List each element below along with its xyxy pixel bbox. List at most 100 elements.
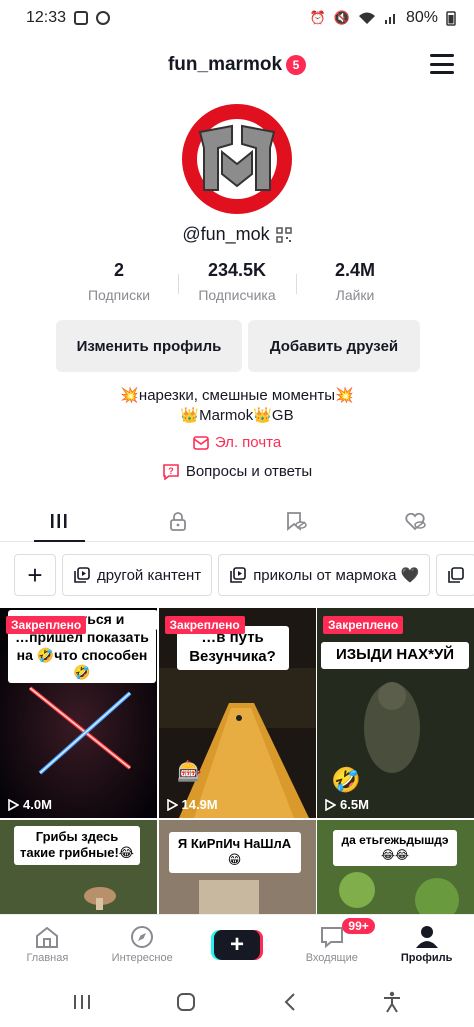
grid-icon <box>51 513 67 528</box>
video-caption: Грибы здесь такие грибные!😂 <box>14 826 140 865</box>
nav-label: Главная <box>26 952 69 964</box>
add-playlist-button[interactable]: + <box>14 554 56 596</box>
nav-profile[interactable]: Профиль <box>379 915 474 974</box>
bookmark-hidden-icon <box>287 511 307 531</box>
qa-link[interactable]: ? Вопросы и ответы <box>0 463 474 480</box>
stat-value: 2 <box>113 260 124 280</box>
battery-percent: 80% <box>405 9 438 26</box>
video-grid: …оваться и …пришёл показать на 🤣что спос… <box>0 608 474 916</box>
stat-value: 234.5K <box>207 260 267 280</box>
play-icon <box>166 798 178 811</box>
status-time: 12:33 <box>26 9 67 26</box>
video-caption: …пришёл показать на 🤣что способен🤣 <box>8 628 156 683</box>
status-bar: 12:33 ⏰ 🔇 80% <box>0 0 474 36</box>
mute-icon: 🔇 <box>333 10 350 25</box>
pinned-badge: Закреплено <box>164 616 245 634</box>
video-thumbnail[interactable]: Грибы здесь такие грибные!😂 <box>0 820 157 916</box>
home-button-icon[interactable] <box>175 991 197 1013</box>
playlists-row: + другой кантент приколы от мармока 🖤 <box>14 554 474 596</box>
svg-text:🤣: 🤣 <box>330 766 361 795</box>
accessibility-icon[interactable] <box>382 991 402 1013</box>
tab-favorites[interactable] <box>237 500 356 541</box>
home-icon <box>36 926 59 948</box>
video-thumbnail[interactable]: …оваться и …пришёл показать на 🤣что спос… <box>0 608 157 818</box>
question-bubble-icon: ? <box>163 463 179 480</box>
avatar[interactable] <box>182 104 292 214</box>
alarm-icon: ⏰ <box>309 10 326 25</box>
menu-button[interactable] <box>430 54 454 74</box>
heart-hidden-icon <box>405 512 426 530</box>
pinned-badge: Закреплено <box>323 616 404 634</box>
notification-icon <box>96 11 111 25</box>
mail-icon <box>193 435 209 450</box>
profile-actions: Изменить профиль Добавить друзей <box>56 320 420 372</box>
profile-username[interactable]: fun_marmok <box>168 54 282 76</box>
view-count: 6.5M <box>324 797 369 812</box>
stat-label: Подписки <box>87 287 151 303</box>
edit-profile-button[interactable]: Изменить профиль <box>56 320 242 372</box>
notification-badge: 5 <box>286 55 307 75</box>
profile-handle: @fun_mok <box>182 224 270 244</box>
tab-videos[interactable] <box>0 500 119 542</box>
play-icon <box>325 798 336 811</box>
nav-create[interactable]: + <box>190 915 285 974</box>
qr-code-icon[interactable] <box>275 226 292 243</box>
playlist-chip[interactable]: другой кантент <box>62 554 213 596</box>
nav-label: Входящие <box>305 952 358 964</box>
video-thumbnail[interactable]: 🎰 …в путь Везунчика? Закреплено 14.9M <box>158 608 316 818</box>
stat-value: 2.4M <box>334 260 376 280</box>
profile-tabs <box>0 500 474 542</box>
playlist-icon <box>230 567 246 583</box>
playlist-label: другой кантент <box>97 566 202 584</box>
add-friends-button[interactable]: Добавить друзей <box>248 320 420 372</box>
stat-label: Подписчика <box>198 287 276 303</box>
recent-apps-icon[interactable] <box>72 993 92 1011</box>
playlist-icon <box>448 567 465 583</box>
notification-icon <box>74 11 89 25</box>
profile-header: fun_marmok 5 <box>0 44 474 86</box>
bottom-navigation: Главная Интересное + Входящие 99+ Профил… <box>0 914 474 974</box>
stat-label: Лайки <box>335 287 375 303</box>
video-caption: ИЗЫДИ НАХ*УЙ <box>321 642 469 669</box>
stat-followers[interactable]: 234.5K Подписчика <box>178 260 296 303</box>
playlist-chip[interactable]: приколы от мармока 🖤 <box>218 554 431 596</box>
svg-text:🎰: 🎰 <box>177 759 202 783</box>
video-caption: да етьгежьдышдэ😂😂 <box>333 830 457 866</box>
playlist-label: приколы от мармока 🖤 <box>253 567 420 584</box>
video-thumbnail[interactable]: да етьгежьдышдэ😂😂 <box>317 820 474 916</box>
stat-following[interactable]: 2 Подписки <box>60 260 178 303</box>
profile-stats: 2 Подписки 234.5K Подписчика 2.4M Лайки <box>60 260 414 303</box>
plus-icon: + <box>229 930 244 958</box>
compass-icon <box>131 926 154 948</box>
inbox-icon <box>320 927 343 949</box>
email-link[interactable]: Эл. почта <box>0 434 474 451</box>
tab-private[interactable] <box>119 500 238 541</box>
view-count-value: 4.0M <box>23 797 52 812</box>
system-navigation <box>0 976 474 1027</box>
wifi-icon <box>358 12 375 24</box>
battery-icon <box>446 11 456 26</box>
nav-inbox[interactable]: Входящие 99+ <box>284 915 379 974</box>
video-thumbnail[interactable]: Я КиРпИч НаШлА😁 <box>158 820 316 916</box>
view-count-value: 14.9M <box>181 797 218 812</box>
bio-line: 💥нарезки, смешные моменты💥 <box>120 387 354 404</box>
nav-discover[interactable]: Интересное <box>95 915 190 974</box>
inbox-badge: 99+ <box>342 918 375 934</box>
profile-bio: 💥нарезки, смешные моменты💥 👑Marmok👑GB <box>0 386 474 426</box>
playlist-icon <box>74 567 90 583</box>
tab-liked[interactable] <box>356 500 474 541</box>
play-icon <box>8 798 19 811</box>
profile-handle-row: @fun_mok <box>0 224 474 245</box>
nav-home[interactable]: Главная <box>0 915 95 974</box>
stat-likes[interactable]: 2.4M Лайки <box>296 260 414 303</box>
back-icon[interactable] <box>281 992 299 1012</box>
video-caption: Я КиРпИч НаШлА😁 <box>168 832 301 873</box>
create-button[interactable]: + <box>213 929 260 960</box>
nav-label: Профиль <box>400 952 453 964</box>
qa-label: Вопросы и ответы <box>185 463 313 480</box>
video-thumbnail[interactable]: 🤣 ИЗЫДИ НАХ*УЙ Закреплено 6.5M <box>317 608 474 818</box>
playlist-chip[interactable] <box>436 554 474 596</box>
pinned-badge: Закреплено <box>6 616 87 634</box>
lock-icon <box>169 511 186 531</box>
profile-icon <box>415 926 438 948</box>
